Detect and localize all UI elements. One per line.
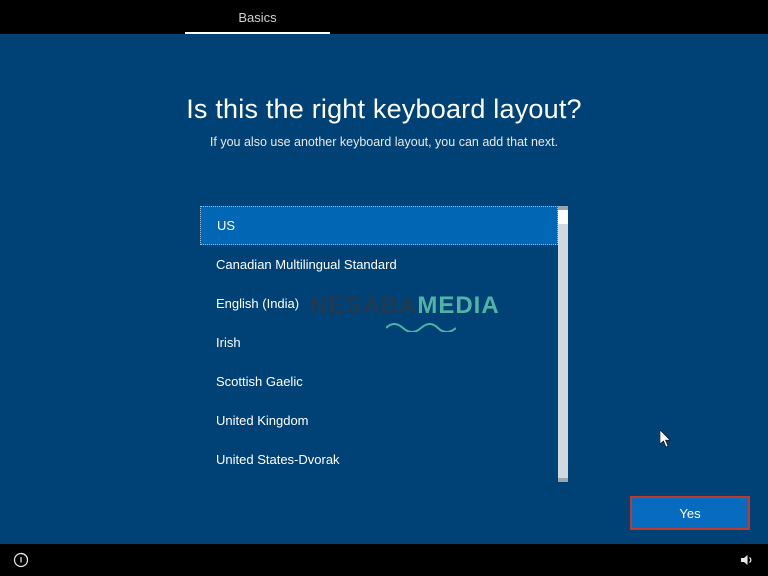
tab-basics[interactable]: Basics [185, 0, 330, 34]
page-title: Is this the right keyboard layout? [0, 94, 768, 125]
scrollbar-thumb[interactable] [558, 210, 568, 224]
list-item[interactable]: Irish [200, 323, 558, 362]
list-item-label: United Kingdom [216, 413, 309, 428]
list-item-label: United States-Dvorak [216, 452, 340, 467]
list-item[interactable]: English (India) [200, 284, 558, 323]
yes-button-label: Yes [679, 506, 700, 521]
keyboard-layout-listbox[interactable]: US Canadian Multilingual Standard Englis… [200, 206, 558, 482]
scrollbar-down-icon[interactable] [558, 478, 568, 482]
keyboard-layout-list-wrap: US Canadian Multilingual Standard Englis… [200, 206, 568, 482]
page-subtitle: If you also use another keyboard layout,… [0, 135, 768, 149]
content-pane: Is this the right keyboard layout? If yo… [0, 34, 768, 544]
yes-button[interactable]: Yes [630, 496, 750, 530]
list-item-label: US [217, 218, 235, 233]
list-item-label: Canadian Multilingual Standard [216, 257, 397, 272]
bottom-bar [0, 544, 768, 576]
list-item-label: English (India) [216, 296, 299, 311]
list-item-label: Irish [216, 335, 241, 350]
watermark-wave-icon [386, 320, 456, 332]
ease-of-access-icon[interactable] [12, 551, 30, 569]
top-bar: Basics [0, 0, 768, 34]
list-item[interactable]: US [200, 206, 558, 245]
list-item[interactable]: Canadian Multilingual Standard [200, 245, 558, 284]
tab-basics-label: Basics [238, 10, 276, 25]
list-item[interactable]: Scottish Gaelic [200, 362, 558, 401]
list-item[interactable]: United States-Dvorak [200, 440, 558, 479]
scrollbar[interactable] [558, 206, 568, 482]
list-item[interactable]: United Kingdom [200, 401, 558, 440]
list-item-label: Scottish Gaelic [216, 374, 303, 389]
mouse-cursor-icon [660, 430, 672, 448]
volume-icon[interactable] [738, 551, 756, 569]
